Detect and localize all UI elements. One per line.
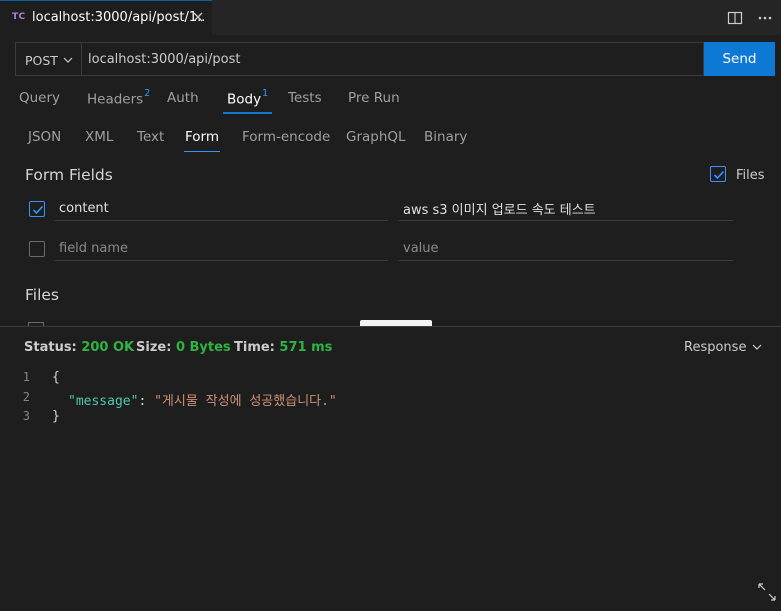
thunder-client-panel: TC localhost:3000/api/post/1.. POST Send <box>0 0 781 611</box>
thunder-client-badge: TC <box>12 12 26 22</box>
body-tab-xml[interactable]: XML <box>85 129 113 145</box>
size-value: 0 Bytes <box>175 340 231 355</box>
tab-label: Auth <box>167 90 199 106</box>
code-line: 3 } <box>0 409 781 429</box>
files-section-title: Files <box>25 286 60 304</box>
tab-body[interactable]: Body1 <box>222 88 273 114</box>
field-enabled-checkbox[interactable] <box>29 201 45 217</box>
tab-label: Headers <box>87 91 144 108</box>
response-body-viewer[interactable]: 1 { 2 "message": "게시물 작성에 성공했습니다." 3 } <box>0 370 781 429</box>
body-tab-json[interactable]: JSON <box>28 129 61 145</box>
line-number: 1 <box>22 370 30 384</box>
body-tab-form-encode[interactable]: Form-encode <box>242 129 330 145</box>
size-indicator: Size: 0 Bytes <box>136 340 231 355</box>
count-badge: 2 <box>144 88 151 99</box>
tab-label: Body <box>227 91 262 108</box>
method-select[interactable]: POST <box>15 42 81 76</box>
tab-label: Query <box>19 90 61 106</box>
status-value: 200 OK <box>81 340 135 355</box>
tabbar-actions <box>719 8 775 28</box>
new-field-value-input[interactable] <box>399 237 733 261</box>
split-editor-icon[interactable] <box>725 8 745 28</box>
tab-label: Pre Run <box>348 90 400 106</box>
code-text: } <box>52 409 60 424</box>
send-button[interactable]: Send <box>704 42 775 76</box>
new-field-name-input[interactable] <box>55 237 388 261</box>
time-indicator: Time: 571 ms <box>234 340 332 355</box>
time-label: Time: <box>234 340 275 355</box>
chevron-down-icon[interactable] <box>751 341 763 357</box>
field-enabled-checkbox[interactable] <box>29 241 45 257</box>
response-view-select[interactable]: Response <box>684 340 746 355</box>
request-bar: POST Send <box>15 42 775 76</box>
tab-headers[interactable]: Headers2 <box>87 88 151 108</box>
json-string-value: "게시물 작성에 성공했습니다." <box>154 393 337 409</box>
expand-icon[interactable] <box>757 582 777 606</box>
status-label: Status: <box>24 340 77 355</box>
body-tab-binary[interactable]: Binary <box>424 129 467 145</box>
body-tab-text[interactable]: Text <box>137 129 164 145</box>
form-fields-title: Form Fields <box>25 166 113 184</box>
response-status-bar: Status: 200 OK Size: 0 Bytes Time: 571 m… <box>0 327 781 367</box>
request-tab[interactable]: TC localhost:3000/api/post/1.. <box>0 0 212 35</box>
json-key: "message" <box>68 393 139 409</box>
body-tab-graphql[interactable]: GraphQL <box>346 129 406 145</box>
code-line: 1 { <box>0 370 781 390</box>
files-checkbox-label: Files <box>736 168 765 183</box>
time-value: 571 ms <box>279 340 333 355</box>
url-input[interactable] <box>81 42 704 76</box>
request-tabs: Query Headers2 Auth Body1 Tests Pre Run <box>0 86 781 114</box>
chevron-down-icon <box>62 54 74 70</box>
more-actions-icon[interactable] <box>755 8 775 28</box>
tab-pre-run[interactable]: Pre Run <box>348 90 400 106</box>
status-indicator: Status: 200 OK <box>24 340 134 355</box>
close-icon[interactable] <box>190 9 206 25</box>
tab-auth[interactable]: Auth <box>167 90 199 106</box>
tab-label: Tests <box>288 90 322 106</box>
json-separator: : <box>138 393 155 409</box>
body-type-tabs: JSON XML Text Form Form-encode GraphQL B… <box>0 126 781 154</box>
method-label: POST <box>25 53 58 68</box>
files-checkbox[interactable] <box>710 166 726 182</box>
tab-title: localhost:3000/api/post/1.. <box>32 10 206 25</box>
line-number: 3 <box>22 409 30 423</box>
code-text: { <box>52 370 60 385</box>
body-tab-form[interactable]: Form <box>183 129 221 152</box>
size-label: Size: <box>136 340 172 355</box>
field-name-input[interactable] <box>55 197 388 221</box>
tab-tests[interactable]: Tests <box>288 90 322 106</box>
field-value-input[interactable] <box>399 197 733 221</box>
line-number: 2 <box>22 389 30 404</box>
editor-tabbar: TC localhost:3000/api/post/1.. <box>0 0 781 35</box>
tab-query[interactable]: Query <box>19 90 60 106</box>
count-badge: 1 <box>262 88 269 99</box>
code-text: "message": "게시물 작성에 성공했습니다." <box>68 390 337 409</box>
code-line: 2 "message": "게시물 작성에 성공했습니다." <box>0 390 781 410</box>
